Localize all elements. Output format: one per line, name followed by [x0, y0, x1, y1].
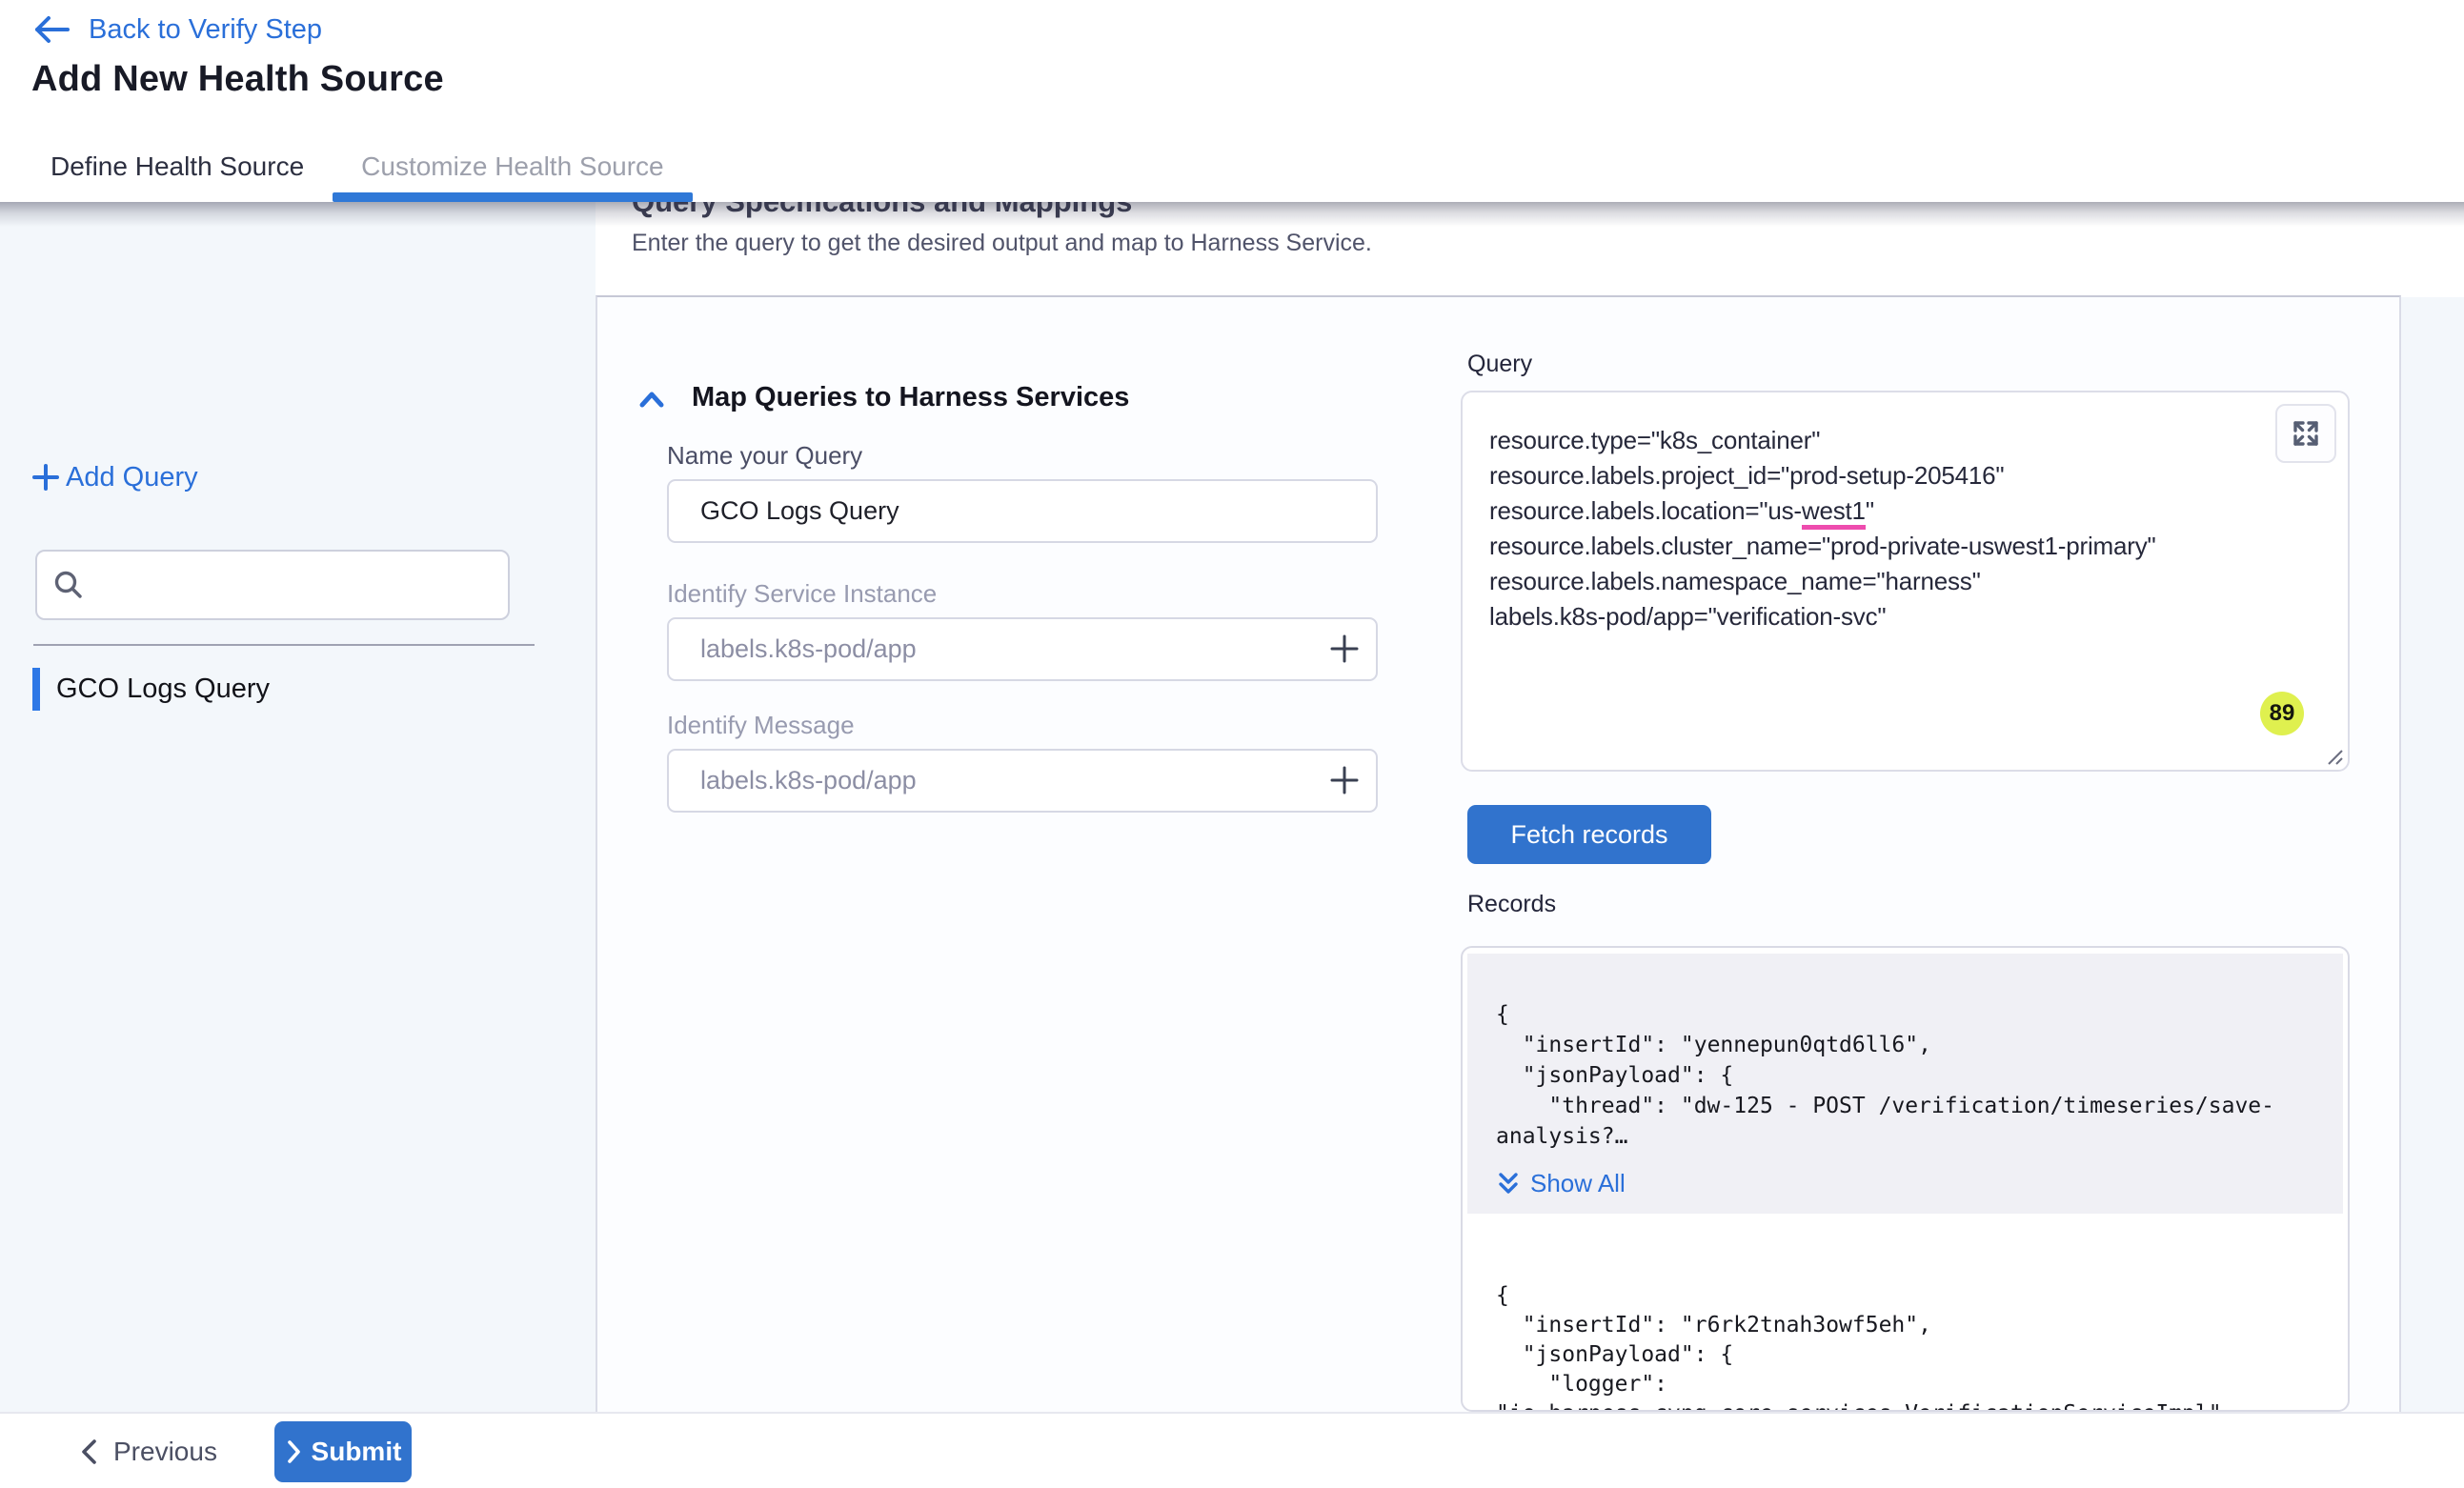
wizard-footer: Previous Submit	[0, 1412, 2464, 1488]
show-all-label: Show All	[1530, 1169, 1626, 1198]
sidebar-divider	[33, 644, 535, 646]
query-search	[35, 550, 510, 620]
fetch-records-button[interactable]: Fetch records	[1467, 805, 1711, 864]
page-header: Back to Verify Step Add New Health Sourc…	[0, 0, 2464, 133]
page-title: Add New Health Source	[31, 59, 444, 100]
records-container: { "insertId": "yennepun0qtd6ll6", "jsonP…	[1461, 946, 2350, 1412]
resize-handle-icon[interactable]	[2322, 744, 2345, 767]
add-message-plus-icon[interactable]	[1328, 764, 1361, 796]
collapse-section-button[interactable]	[635, 383, 669, 417]
tab-define-label: Define Health Source	[50, 151, 304, 181]
submit-button-label: Submit	[312, 1437, 402, 1467]
tab-define-health-source[interactable]: Define Health Source	[22, 133, 333, 202]
record-json: { "insertId": "r6rk2tnah3owf5eh", "jsonP…	[1496, 1281, 2320, 1412]
chevron-up-icon	[635, 383, 669, 417]
records-label: Records	[1467, 891, 1556, 918]
previous-button[interactable]: Previous	[79, 1421, 217, 1482]
expand-query-button[interactable]	[2275, 404, 2336, 463]
submit-button[interactable]: Submit	[274, 1421, 412, 1482]
chevron-right-icon	[285, 1439, 302, 1464]
plus-icon	[30, 461, 62, 493]
add-health-source-page: Query Specifications and Mappings Enter …	[0, 0, 2464, 1488]
sidebar-item-gco-logs-query[interactable]: GCO Logs Query	[32, 668, 528, 711]
map-queries-section-title: Map Queries to Harness Services	[692, 382, 1129, 413]
query-textarea[interactable]: resource.type="k8s_container" resource.l…	[1461, 391, 2350, 772]
back-arrow-icon	[31, 13, 71, 46]
record-item: { "insertId": "yennepun0qtd6ll6", "jsonP…	[1467, 954, 2343, 1214]
double-chevron-down-icon	[1496, 1171, 1521, 1197]
message-field	[667, 749, 1378, 813]
message-input[interactable]	[667, 749, 1378, 813]
query-specifications-subtitle: Enter the query to get the desired outpu…	[632, 230, 1372, 257]
record-item: { "insertId": "r6rk2tnah3owf5eh", "jsonP…	[1467, 1281, 2343, 1412]
name-query-field	[667, 479, 1378, 543]
identify-message-label: Identify Message	[667, 711, 855, 740]
add-query-label: Add Query	[66, 462, 198, 493]
name-query-input[interactable]	[667, 479, 1378, 543]
tab-customize-health-source[interactable]: Customize Health Source	[333, 133, 692, 202]
previous-button-label: Previous	[113, 1437, 217, 1467]
search-input[interactable]	[35, 550, 510, 620]
expand-icon	[2291, 418, 2321, 449]
search-icon	[51, 568, 86, 602]
service-instance-field	[667, 617, 1378, 681]
query-label: Query	[1467, 351, 1532, 378]
service-instance-input[interactable]	[667, 617, 1378, 681]
add-query-button[interactable]: Add Query	[30, 461, 198, 493]
selected-item-indicator	[32, 668, 40, 711]
active-tab-underline	[333, 192, 692, 202]
query-sidebar: Add Query GCO Logs Query	[0, 202, 596, 1412]
identify-service-instance-label: Identify Service Instance	[667, 579, 937, 609]
chevron-left-icon	[79, 1438, 100, 1466]
query-item-label: GCO Logs Query	[56, 674, 270, 705]
tab-customize-label: Customize Health Source	[361, 151, 663, 181]
record-json: { "insertId": "yennepun0qtd6ll6", "jsonP…	[1496, 999, 2320, 1152]
tab-bar: Define Health Source Customize Health So…	[0, 133, 2464, 202]
add-service-instance-plus-icon[interactable]	[1328, 633, 1361, 665]
back-button[interactable]: Back to Verify Step	[31, 13, 322, 46]
name-query-label: Name your Query	[667, 441, 862, 471]
back-button-label: Back to Verify Step	[89, 14, 322, 46]
show-all-button[interactable]: Show All	[1496, 1169, 1626, 1198]
